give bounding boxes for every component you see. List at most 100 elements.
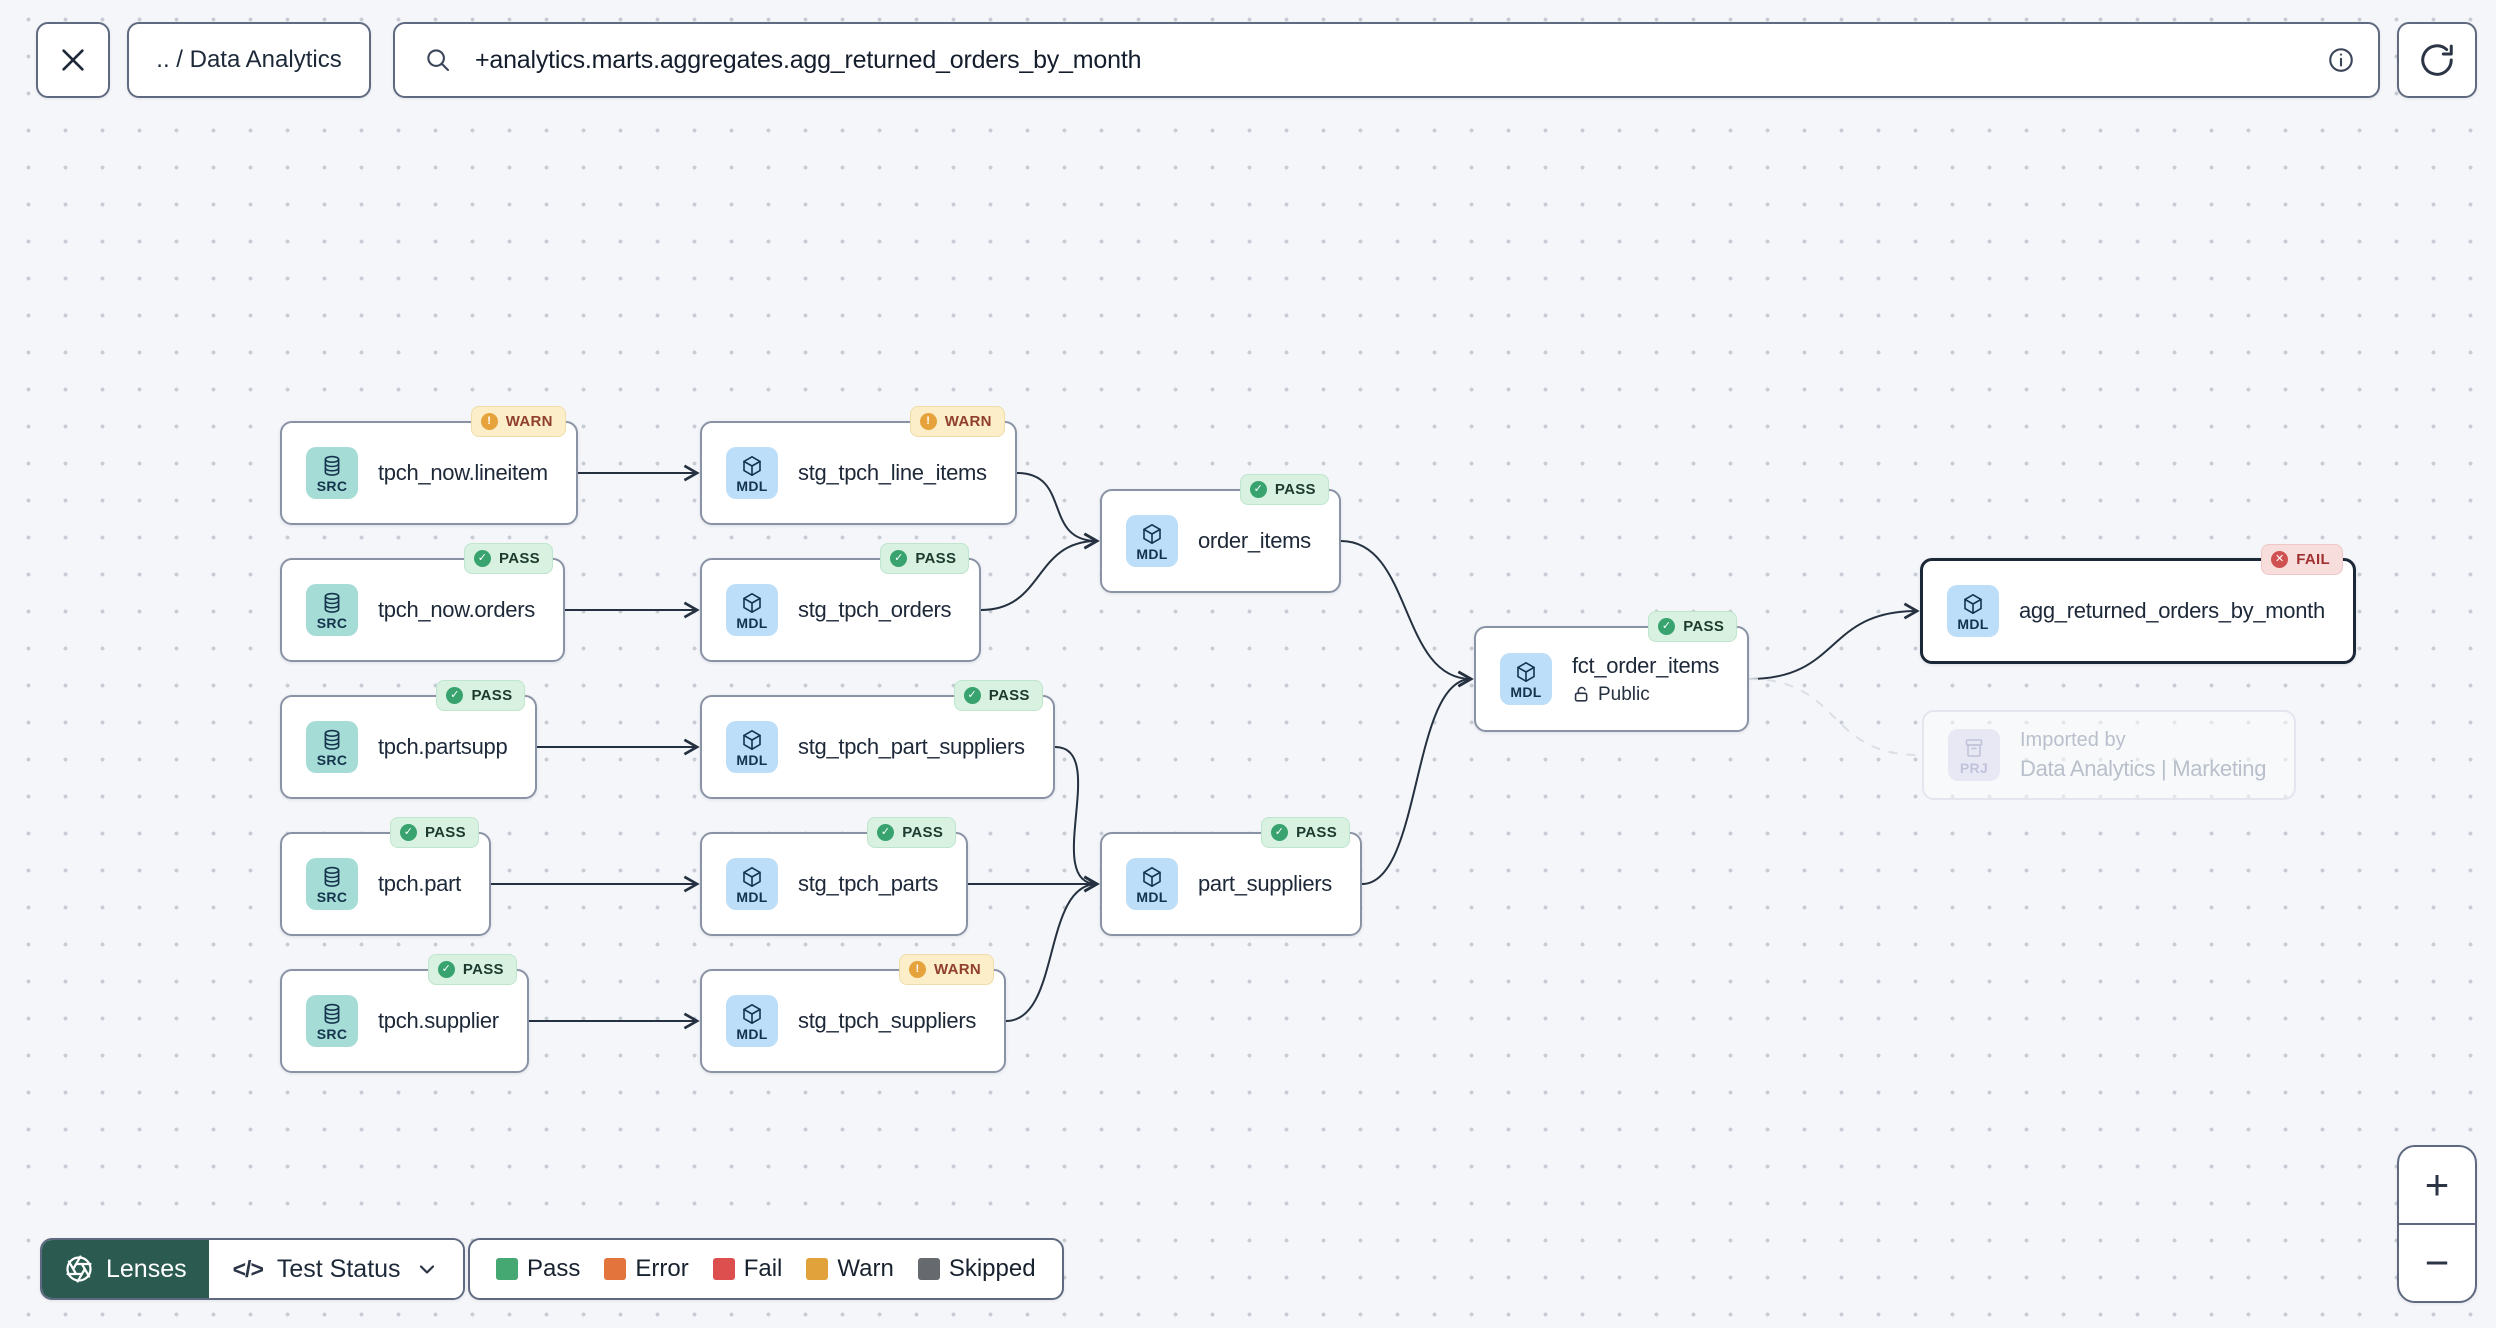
node-type-label: MDL	[1136, 545, 1168, 562]
lineage-canvas[interactable]: ! WARN SRC tpch_now.lineitem ✓ PASS SRC tpch_no…	[0, 0, 2496, 1328]
lens-selector[interactable]: </> Test Status	[208, 1240, 463, 1298]
cube-type-chip: MDL	[726, 447, 778, 499]
status-badge-label: PASS	[424, 824, 466, 841]
node-type-label: MDL	[736, 614, 768, 631]
cube-type-chip: MDL	[1126, 515, 1178, 567]
database-icon	[320, 865, 344, 889]
database-type-chip: SRC	[306, 721, 358, 773]
pass-status-icon: ✓	[877, 824, 895, 841]
graph-node-order_items[interactable]: ✓ PASS MDL order_items	[1100, 474, 1341, 593]
edge-stg_tpch_line_items-to-order_items	[1016, 472, 1100, 550]
search-input[interactable]	[475, 45, 2314, 75]
legend-label: Error	[635, 1255, 689, 1282]
legend-item-skipped: Skipped	[917, 1255, 1036, 1283]
node-title: tpch.part	[378, 871, 461, 896]
graph-node-fct_order_items[interactable]: ✓ PASS MDL fct_order_items Public	[1474, 611, 1750, 732]
legend-label: Skipped	[948, 1255, 1036, 1282]
legend-item-fail: Fail	[712, 1255, 783, 1283]
database-icon	[320, 728, 344, 752]
cube-icon	[740, 454, 764, 478]
node-title: tpch_now.orders	[378, 597, 535, 622]
breadcrumb-label: .. / Data Analytics	[156, 46, 342, 73]
unlock-icon	[1572, 685, 1591, 704]
cube-icon	[1140, 865, 1164, 889]
breadcrumb[interactable]: .. / Data Analytics	[127, 22, 371, 98]
database-type-chip: SRC	[306, 447, 358, 499]
code-icon: </>	[232, 1255, 264, 1282]
graph-node-tpch_now_orders[interactable]: ✓ PASS SRC tpch_now.orders	[280, 543, 565, 662]
status-badge-pass: ✓ PASS	[436, 680, 526, 711]
pass-status-icon: ✓	[399, 824, 417, 841]
cube-icon	[740, 728, 764, 752]
legend-item-pass: Pass	[496, 1255, 580, 1283]
status-badge-label: PASS	[499, 550, 540, 567]
database-type-chip: SRC	[306, 995, 358, 1047]
lens-control-group: Lenses </> Test Status	[40, 1238, 465, 1300]
edge-fct_order_items-to-imported_by	[1748, 678, 1920, 756]
node-title: agg_returned_orders_by_month	[2019, 598, 2325, 623]
database-type-chip: SRC	[306, 584, 358, 636]
close-icon	[57, 44, 89, 76]
legend-item-error: Error	[604, 1255, 689, 1283]
lenses-button[interactable]: Lenses	[42, 1240, 209, 1298]
refresh-button[interactable]	[2397, 22, 2477, 98]
pass-status-icon: ✓	[437, 961, 455, 978]
refresh-icon	[2418, 41, 2456, 79]
pass-status-icon: ✓	[890, 550, 908, 567]
cube-icon	[740, 1002, 764, 1026]
status-badge-pass: ✓ PASS	[1239, 474, 1329, 505]
node-title: fct_order_items	[1572, 652, 1720, 678]
status-badge-pass: ✓ PASS	[880, 543, 970, 574]
package-icon	[1962, 736, 1986, 760]
status-badge-label: PASS	[1296, 824, 1337, 841]
edge-stg_tpch_orders-to-order_items	[980, 532, 1100, 611]
zoom-in-button[interactable]: +	[2399, 1147, 2475, 1225]
cube-icon	[1514, 660, 1538, 684]
cube-icon	[740, 591, 764, 615]
graph-node-stg_tpch_line_items[interactable]: ! WARN MDL stg_tpch_line_items	[700, 406, 1017, 525]
cube-type-chip: MDL	[1947, 585, 1999, 637]
graph-node-stg_tpch_suppliers[interactable]: ! WARN MDL stg_tpch_suppliers	[700, 954, 1007, 1073]
status-badge-pass: ✓ PASS	[464, 543, 553, 574]
status-badge-label: PASS	[988, 687, 1030, 704]
graph-node-agg_returned_orders_by_month[interactable]: ✕ FAIL MDL agg_returned_orders_by_month	[1920, 544, 2356, 664]
status-badge-label: PASS	[1683, 618, 1725, 635]
search-bar	[393, 22, 2380, 98]
graph-node-tpch_now_lineitem[interactable]: ! WARN SRC tpch_now.lineitem	[280, 406, 578, 525]
graph-node-tpch_part[interactable]: ✓ PASS SRC tpch.part	[280, 817, 491, 936]
status-badge-warn: ! WARN	[909, 406, 1005, 437]
cube-type-chip: MDL	[726, 858, 778, 910]
cube-type-chip: MDL	[726, 721, 778, 773]
graph-node-stg_tpch_orders[interactable]: ✓ PASS MDL stg_tpch_orders	[700, 543, 982, 662]
pass-status-icon: ✓	[1249, 481, 1267, 498]
database-icon	[320, 454, 344, 478]
status-badge-label: WARN	[505, 413, 553, 430]
database-icon	[320, 1002, 344, 1026]
legend-label: Fail	[743, 1255, 783, 1282]
cube-type-chip: MDL	[1126, 858, 1178, 910]
close-button[interactable]	[36, 22, 110, 98]
pass-status-icon: ✓	[1658, 618, 1676, 635]
node-title: Data Analytics | Marketing	[2020, 755, 2267, 781]
graph-node-stg_tpch_parts[interactable]: ✓ PASS MDL stg_tpch_parts	[700, 817, 969, 936]
node-type-label: SRC	[316, 1025, 348, 1042]
graph-node-tpch_partsupp[interactable]: ✓ PASS SRC tpch.partsupp	[280, 680, 538, 799]
node-type-label: MDL	[736, 751, 768, 768]
aperture-icon	[64, 1254, 94, 1284]
status-badge-label: PASS	[471, 687, 513, 704]
pass-status-icon: ✓	[1271, 824, 1289, 841]
test-status-legend: Pass Error Fail Warn Skipped	[468, 1238, 1064, 1300]
info-icon[interactable]	[2326, 45, 2356, 75]
graph-node-stg_tpch_part_suppliers[interactable]: ✓ PASS MDL stg_tpch_part_suppliers	[700, 680, 1055, 799]
cube-type-chip: MDL	[726, 584, 778, 636]
status-badge-label: FAIL	[2296, 551, 2330, 568]
graph-node-tpch_supplier[interactable]: ✓ PASS SRC tpch.supplier	[280, 954, 529, 1073]
node-type-label: PRJ	[1959, 759, 1989, 776]
status-badge-label: WARN	[934, 961, 982, 978]
zoom-out-button[interactable]: −	[2399, 1225, 2475, 1301]
search-icon	[427, 49, 450, 72]
node-type-label: SRC	[316, 888, 348, 905]
graph-node-part_suppliers[interactable]: ✓ PASS MDL part_suppliers	[1100, 817, 1362, 936]
graph-node-imported_by[interactable]: PRJ Imported by Data Analytics | Marketing	[1922, 710, 2297, 800]
node-type-label: SRC	[316, 477, 348, 494]
